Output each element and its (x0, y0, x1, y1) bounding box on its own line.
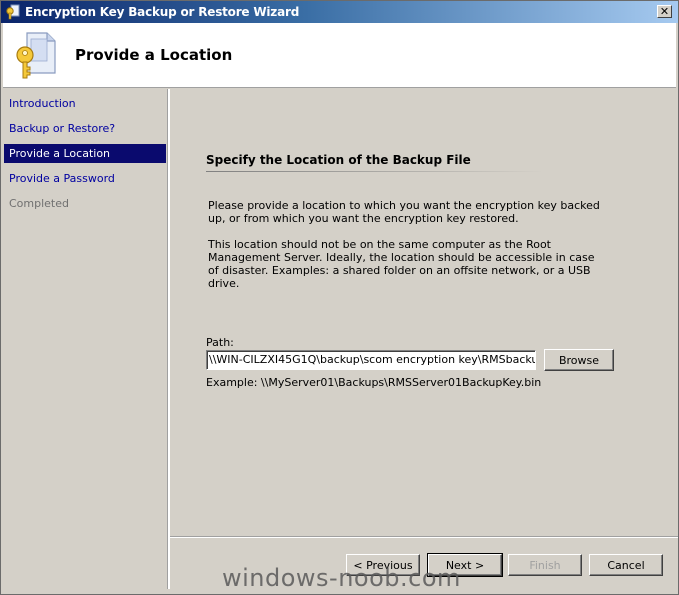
previous-button[interactable]: < Previous (346, 554, 420, 576)
previous-button-label: < Previous (353, 558, 413, 572)
key-icon (6, 4, 20, 20)
wizard-window: Encryption Key Backup or Restore Wizard … (0, 0, 679, 595)
footer-divider (170, 536, 678, 538)
sidebar-item-backup-or-restore[interactable]: Backup or Restore? (4, 119, 166, 138)
wizard-header: Provide a Location (3, 23, 676, 88)
next-button[interactable]: Next > (427, 553, 503, 577)
cancel-button[interactable]: Cancel (589, 554, 663, 576)
path-input[interactable]: \\WIN-CILZXI45G1Q\backup\scom encryption… (206, 350, 536, 370)
sidebar-item-provide-location[interactable]: Provide a Location (4, 144, 166, 163)
path-label: Path: (206, 336, 234, 349)
description-paragraph-2: This location should not be on the same … (208, 238, 595, 290)
section-title: Specify the Location of the Backup File (206, 153, 471, 167)
sidebar-item-provide-password[interactable]: Provide a Password (4, 169, 166, 188)
path-example: Example: \\MyServer01\Backups\RMSServer0… (206, 376, 542, 389)
wizard-content: Specify the Location of the Backup File … (170, 89, 678, 539)
wizard-steps-sidebar (3, 89, 166, 589)
description-paragraph-1: Please provide a location to which you w… (208, 199, 600, 225)
window-title: Encryption Key Backup or Restore Wizard (25, 5, 300, 19)
finish-button-label: Finish (529, 558, 561, 572)
key-document-icon (16, 32, 56, 79)
close-icon: ✕ (659, 5, 670, 18)
sidebar-item-introduction[interactable]: Introduction (4, 94, 166, 113)
next-button-label: Next > (445, 558, 485, 572)
browse-button-label: Browse (558, 353, 600, 367)
browse-button[interactable]: Browse (544, 349, 614, 371)
finish-button: Finish (508, 554, 582, 576)
page-title: Provide a Location (75, 46, 233, 64)
close-button[interactable]: ✕ (657, 5, 672, 18)
cancel-button-label: Cancel (607, 558, 645, 572)
sidebar-item-completed: Completed (9, 197, 69, 210)
title-bar: Encryption Key Backup or Restore Wizard … (1, 1, 678, 23)
section-divider (206, 171, 544, 172)
